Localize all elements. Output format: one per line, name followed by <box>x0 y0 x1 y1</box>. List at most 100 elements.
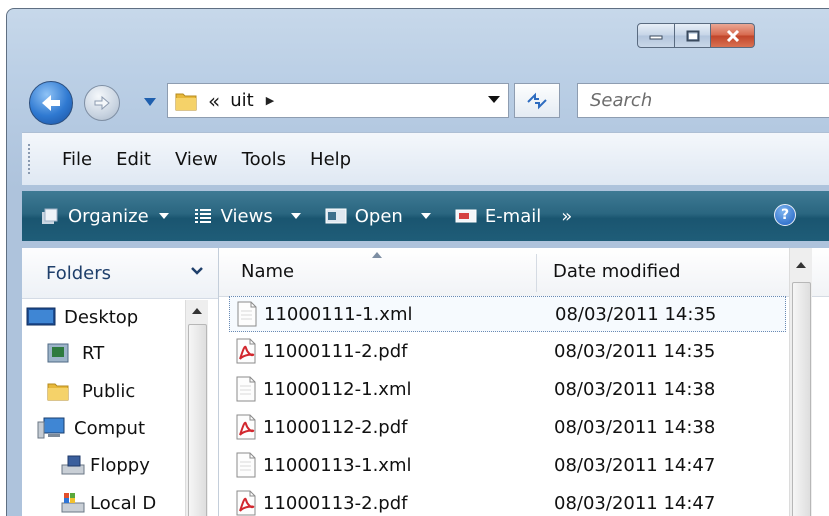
file-row[interactable]: 11000112-2.pdf 08/03/2011 14:38 <box>229 410 784 444</box>
scrollbar-thumb[interactable] <box>188 324 207 516</box>
file-date: 08/03/2011 14:47 <box>554 454 716 476</box>
refresh-icon <box>527 92 547 109</box>
maximize-button[interactable] <box>675 23 711 48</box>
explorer-window: « uit ▶ Search File Edit View Tools Help… <box>0 0 829 516</box>
pdf-file-icon <box>233 490 259 516</box>
menu-file[interactable]: File <box>62 149 92 170</box>
column-divider[interactable] <box>536 254 537 292</box>
email-label: E-mail <box>484 205 542 227</box>
views-button[interactable]: Views <box>193 206 301 227</box>
email-button[interactable]: E-mail <box>455 206 541 227</box>
tree-item-floppy[interactable]: Floppy <box>60 453 150 477</box>
address-dropdown-button[interactable] <box>488 96 500 103</box>
file-list-scrollbar[interactable] <box>789 248 812 516</box>
search-box[interactable]: Search <box>577 83 829 118</box>
help-button[interactable]: ? <box>774 204 796 226</box>
organize-button[interactable]: Organize <box>40 206 169 227</box>
tree-item-label: Local D <box>90 492 157 514</box>
tree-item-desktop[interactable]: Desktop <box>26 305 138 329</box>
file-name: 11000113-2.pdf <box>263 492 408 514</box>
caption-buttons <box>637 23 755 48</box>
organize-label: Organize <box>68 205 149 227</box>
menu-tools[interactable]: Tools <box>242 149 286 170</box>
maximize-icon <box>686 30 699 41</box>
open-icon <box>325 208 347 224</box>
organize-dropdown-icon <box>158 213 169 219</box>
file-row[interactable]: 11000113-2.pdf 08/03/2011 14:47 <box>229 486 784 516</box>
email-icon <box>455 209 477 223</box>
views-icon <box>194 209 211 223</box>
menu-bar: File Edit View Tools Help <box>22 132 829 185</box>
floppy-drive-icon <box>61 455 85 475</box>
file-row[interactable]: 11000113-1.xml 08/03/2011 14:47 <box>229 448 784 482</box>
menu-help[interactable]: Help <box>310 149 351 170</box>
folders-pane: Folders Desktop RT Public Comput Floppy … <box>22 248 219 516</box>
close-button[interactable] <box>711 23 755 48</box>
column-header: Name Date modified <box>219 248 829 297</box>
organize-icon <box>42 208 58 224</box>
search-input[interactable]: Search <box>590 90 652 111</box>
tree-item-rt[interactable]: RT <box>46 341 104 365</box>
user-folder-icon <box>47 343 69 363</box>
menu-grip <box>28 144 36 174</box>
open-label: Open <box>354 205 403 227</box>
tree-item-public[interactable]: Public <box>46 379 135 403</box>
column-date-modified[interactable]: Date modified <box>553 261 681 282</box>
desktop-icon <box>26 307 56 326</box>
scroll-up-icon[interactable] <box>796 262 806 268</box>
tree-item-label: Public <box>82 380 136 402</box>
folders-scrollbar[interactable] <box>185 300 208 516</box>
views-label: Views <box>220 205 273 227</box>
breadcrumb-arrow[interactable]: ▶ <box>266 94 274 107</box>
minimize-icon <box>649 35 663 39</box>
folder-icon <box>175 93 197 110</box>
sort-ascending-icon <box>372 252 382 258</box>
scroll-up-icon[interactable] <box>192 308 202 314</box>
minimize-button[interactable] <box>637 23 675 48</box>
folders-title: Folders <box>46 262 112 284</box>
xml-file-icon <box>233 376 259 402</box>
help-icon: ? <box>780 207 790 223</box>
file-row[interactable]: 11000111-1.xml 08/03/2011 14:35 <box>229 296 786 332</box>
tree-item-local-disk[interactable]: Local D <box>60 491 156 515</box>
arrow-left-icon <box>42 95 60 111</box>
menu-view[interactable]: View <box>175 149 218 170</box>
file-row[interactable]: 11000111-2.pdf 08/03/2011 14:35 <box>229 334 784 368</box>
column-name[interactable]: Name <box>241 261 294 282</box>
file-name: 11000111-1.xml <box>264 303 413 325</box>
chevron-down-icon <box>144 98 156 106</box>
breadcrumb-overflow[interactable]: « <box>208 89 220 113</box>
file-list: Name Date modified 11000111-1.xml 08/03/… <box>219 248 829 516</box>
close-icon <box>726 29 739 42</box>
menu-edit[interactable]: Edit <box>116 149 151 170</box>
computer-icon <box>37 417 65 439</box>
more-commands-button[interactable]: » <box>561 206 572 227</box>
file-name: 11000112-2.pdf <box>263 416 408 438</box>
address-bar[interactable]: « uit ▶ <box>167 83 509 118</box>
back-button[interactable] <box>29 81 73 125</box>
folder-icon <box>47 383 69 401</box>
tree-item-computer[interactable]: Comput <box>36 416 145 440</box>
breadcrumb-uit[interactable]: uit <box>230 90 253 111</box>
refresh-button[interactable] <box>514 83 560 118</box>
file-date: 08/03/2011 14:35 <box>555 303 717 325</box>
file-row[interactable]: 11000112-1.xml 08/03/2011 14:38 <box>229 372 784 406</box>
open-button[interactable]: Open <box>325 206 431 227</box>
tree-item-label: RT <box>82 342 105 364</box>
arrow-right-icon <box>94 95 110 111</box>
folders-header[interactable]: Folders <box>22 248 218 299</box>
chevron-down-icon[interactable] <box>190 266 204 276</box>
scrollbar-thumb[interactable] <box>792 282 811 516</box>
file-date: 08/03/2011 14:38 <box>554 416 716 438</box>
pdf-file-icon <box>233 338 259 364</box>
pdf-file-icon <box>233 414 259 440</box>
recent-pages-button[interactable] <box>143 96 157 108</box>
local-disk-icon <box>61 493 85 513</box>
tree-item-label: Comput <box>74 417 146 439</box>
file-date: 08/03/2011 14:35 <box>554 340 716 362</box>
tree-item-label: Desktop <box>64 306 139 328</box>
file-name: 11000113-1.xml <box>263 454 412 476</box>
forward-button[interactable] <box>84 85 120 121</box>
command-bar: Organize Views Open E-mail » ? <box>22 191 829 241</box>
xml-file-icon <box>233 452 259 478</box>
